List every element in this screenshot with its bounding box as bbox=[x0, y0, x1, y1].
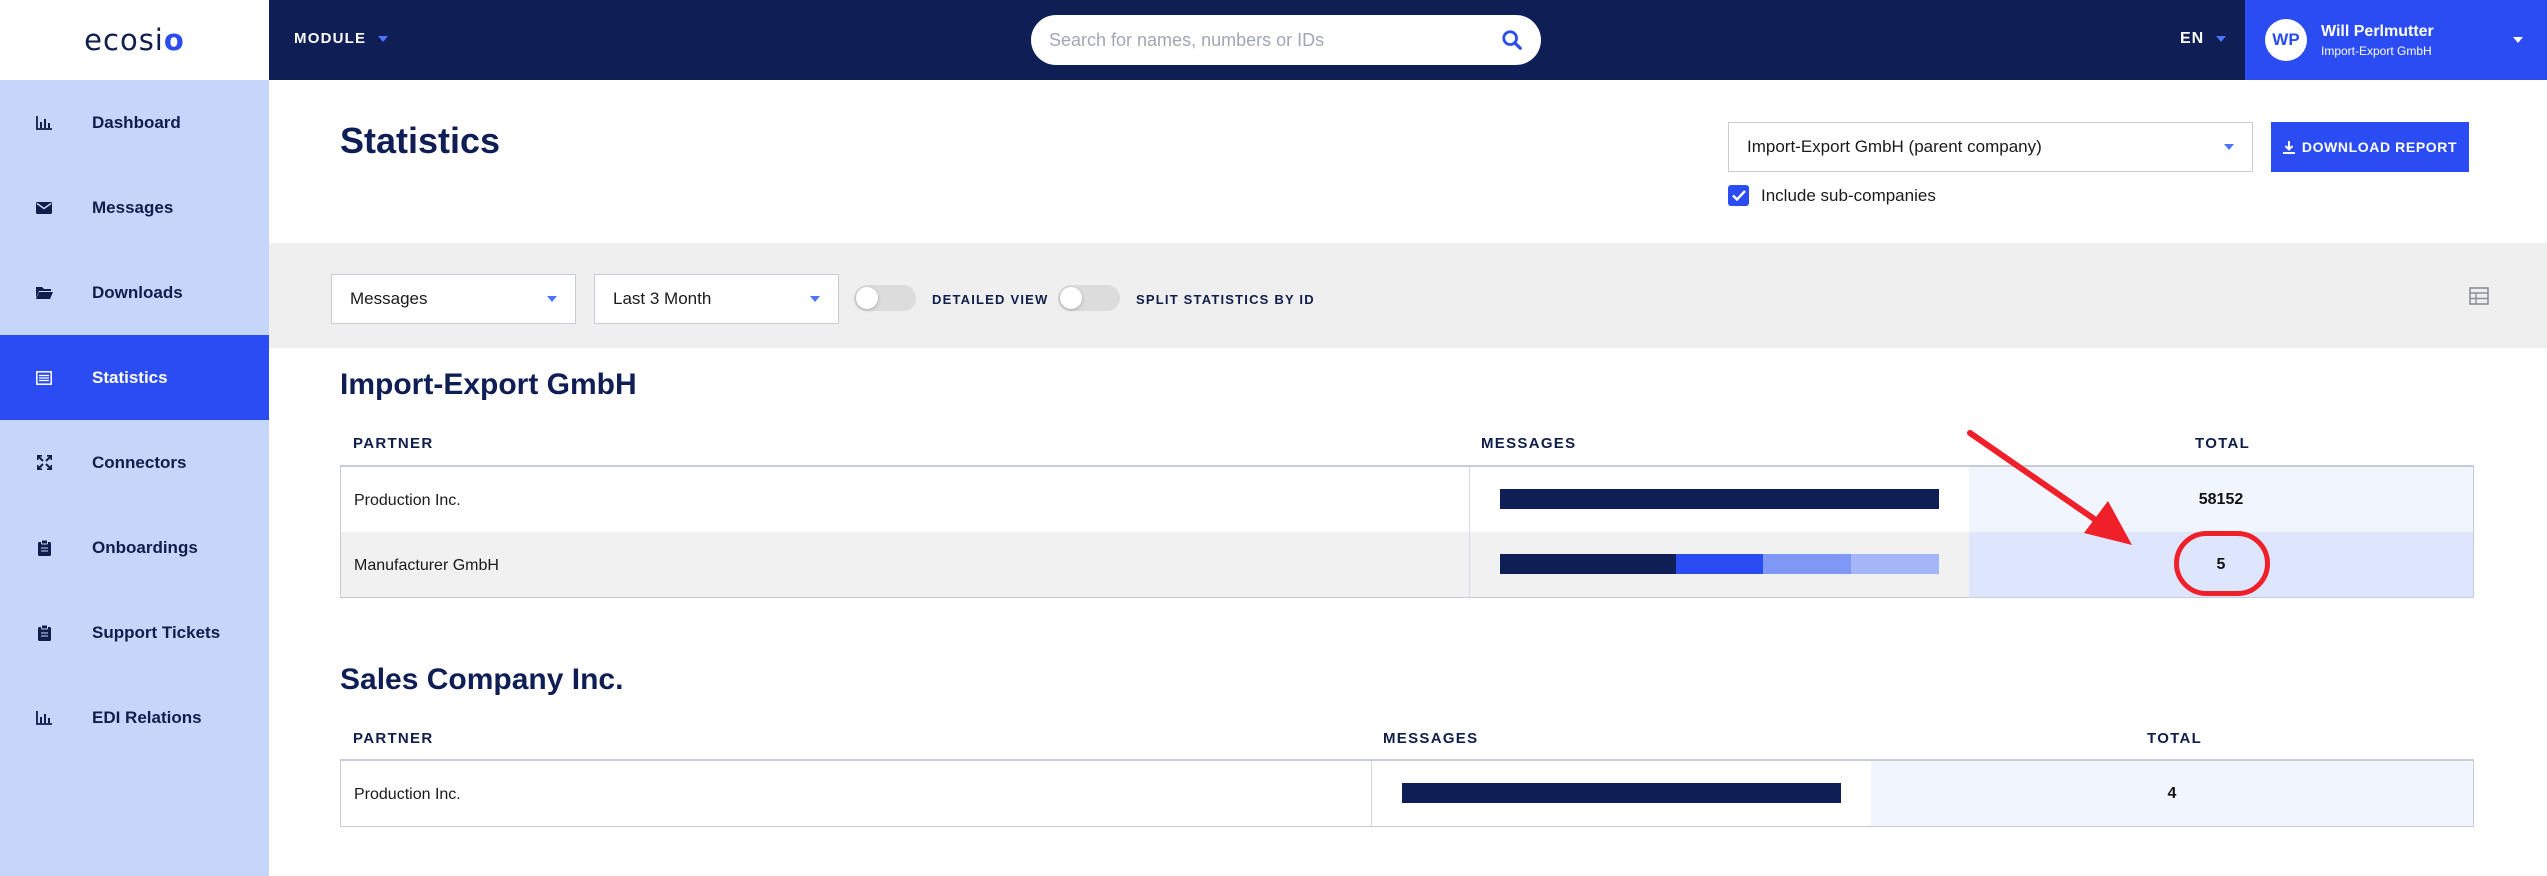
language-selector[interactable]: EN bbox=[2180, 30, 2227, 48]
bar-segment bbox=[1851, 554, 1939, 574]
partner-name: Manufacturer GmbH bbox=[354, 557, 499, 574]
annotation-arrow-icon bbox=[1967, 430, 2132, 545]
partner-name: Production Inc. bbox=[354, 786, 461, 803]
checkmark-icon bbox=[1731, 190, 1746, 201]
company-select-value: Import-Export GmbH (parent company) bbox=[1747, 137, 2042, 156]
table-view-icon[interactable] bbox=[2469, 287, 2489, 305]
download-icon bbox=[2282, 140, 2295, 154]
statistics-table: Production Inc. 58152 Manufacturer GmbH … bbox=[340, 465, 2474, 598]
messages-bar bbox=[1500, 489, 1939, 509]
sidebar-item-connectors[interactable]: Connectors bbox=[0, 420, 269, 505]
download-report-button[interactable]: DOWNLOAD REPORT bbox=[2271, 122, 2469, 172]
logo-text: ecosio bbox=[84, 23, 185, 57]
sidebar-item-label: Onboardings bbox=[92, 537, 198, 557]
chart-icon bbox=[35, 709, 53, 727]
filter-bar: Messages Last 3 Month DETAILED VIEW SPLI… bbox=[269, 243, 2547, 348]
user-info: Will Perlmutter Import-Export GmbH bbox=[2321, 23, 2434, 58]
expand-icon bbox=[35, 454, 53, 472]
split-statistics-toggle[interactable] bbox=[1058, 285, 1120, 311]
user-company: Import-Export GmbH bbox=[2321, 43, 2432, 58]
table-row[interactable]: Production Inc. 4 bbox=[341, 761, 2473, 826]
company-select[interactable]: Import-Export GmbH (parent company) bbox=[1728, 122, 2253, 172]
chevron-down-icon bbox=[2513, 37, 2523, 43]
chevron-down-icon bbox=[378, 35, 389, 42]
chevron-down-icon bbox=[810, 296, 820, 302]
chevron-down-icon bbox=[547, 296, 557, 302]
messages-bar bbox=[1402, 783, 1841, 803]
module-menu-button[interactable]: MODULE bbox=[294, 30, 389, 47]
section-title: Import-Export GmbH bbox=[340, 368, 637, 401]
clipboard-icon bbox=[35, 624, 53, 642]
sidebar-item-label: Messages bbox=[92, 197, 174, 217]
table-row[interactable]: Production Inc. 58152 bbox=[341, 467, 2473, 532]
column-header-total: TOTAL bbox=[2147, 730, 2203, 747]
total-value: 4 bbox=[1871, 761, 2473, 826]
top-bar: MODULE EN bbox=[269, 0, 2245, 80]
bar-segment bbox=[1500, 489, 1939, 509]
include-sub-companies-checkbox[interactable] bbox=[1728, 185, 1749, 206]
clipboard-icon bbox=[35, 539, 53, 557]
download-report-label: DOWNLOAD REPORT bbox=[2301, 139, 2458, 155]
sidebar-item-dashboard[interactable]: Dashboard bbox=[0, 80, 269, 165]
column-header-partner: PARTNER bbox=[353, 435, 434, 452]
sidebar-item-support-tickets[interactable]: Support Tickets bbox=[0, 590, 269, 675]
column-header-messages: MESSAGES bbox=[1481, 435, 1577, 452]
statistics-type-value: Messages bbox=[350, 289, 428, 308]
chart-icon bbox=[35, 114, 53, 132]
column-divider bbox=[1469, 467, 1470, 532]
messages-bar bbox=[1500, 554, 1939, 574]
include-sub-companies-label: Include sub-companies bbox=[1761, 185, 1936, 205]
sidebar-item-onboardings[interactable]: Onboardings bbox=[0, 505, 269, 590]
column-divider bbox=[1469, 532, 1470, 597]
bar-segment bbox=[1402, 783, 1841, 803]
column-header-messages: MESSAGES bbox=[1383, 730, 1479, 747]
sidebar: Dashboard Messages Downloads Statistics … bbox=[0, 80, 269, 876]
detailed-view-label: DETAILED VIEW bbox=[932, 292, 1049, 307]
page-title: Statistics bbox=[340, 120, 501, 161]
statistics-type-select[interactable]: Messages bbox=[331, 274, 576, 324]
partner-name: Production Inc. bbox=[354, 492, 461, 509]
envelope-icon bbox=[35, 199, 53, 217]
chevron-down-icon bbox=[2216, 36, 2227, 42]
bar-segment bbox=[1763, 554, 1852, 574]
folder-icon bbox=[35, 284, 53, 302]
logo[interactable]: ecosio bbox=[0, 0, 269, 80]
bar-segment bbox=[1675, 554, 1764, 574]
sidebar-item-label: Dashboard bbox=[92, 112, 181, 132]
sidebar-item-downloads[interactable]: Downloads bbox=[0, 250, 269, 335]
chevron-down-icon bbox=[2224, 144, 2234, 150]
period-value: Last 3 Month bbox=[613, 289, 712, 308]
list-icon bbox=[35, 369, 53, 387]
column-header-total: TOTAL bbox=[2195, 435, 2251, 452]
avatar: WP bbox=[2265, 19, 2307, 61]
user-menu[interactable]: WP Will Perlmutter Import-Export GmbH bbox=[2245, 0, 2547, 80]
sidebar-item-label: Statistics bbox=[92, 367, 168, 387]
sidebar-item-label: Connectors bbox=[92, 452, 187, 472]
sidebar-item-messages[interactable]: Messages bbox=[0, 165, 269, 250]
search-input[interactable] bbox=[1049, 29, 1501, 51]
language-label: EN bbox=[2180, 30, 2205, 47]
table-row[interactable]: Manufacturer GmbH 5 bbox=[341, 532, 2473, 597]
search-box bbox=[1031, 15, 1541, 65]
sidebar-item-label: Downloads bbox=[92, 282, 183, 302]
search-icon[interactable] bbox=[1501, 29, 1523, 51]
section-title: Sales Company Inc. bbox=[340, 663, 624, 696]
period-select[interactable]: Last 3 Month bbox=[594, 274, 839, 324]
column-header-partner: PARTNER bbox=[353, 730, 434, 747]
annotation-circle bbox=[2174, 531, 2270, 596]
module-label: MODULE bbox=[294, 30, 367, 47]
sidebar-item-label: EDI Relations bbox=[92, 707, 202, 727]
include-sub-companies: Include sub-companies bbox=[1728, 185, 1936, 206]
detailed-view-toggle[interactable] bbox=[854, 285, 916, 311]
sidebar-item-label: Support Tickets bbox=[92, 622, 221, 642]
toggle-knob bbox=[1060, 287, 1082, 309]
user-name: Will Perlmutter bbox=[2321, 22, 2434, 40]
column-divider bbox=[1371, 761, 1372, 826]
statistics-table: Production Inc. 4 bbox=[340, 759, 2474, 827]
bar-segment bbox=[1500, 554, 1676, 574]
sidebar-item-edi-relations[interactable]: EDI Relations bbox=[0, 675, 269, 760]
split-statistics-label: SPLIT STATISTICS BY ID bbox=[1136, 292, 1315, 307]
toggle-knob bbox=[856, 287, 878, 309]
sidebar-item-statistics[interactable]: Statistics bbox=[0, 335, 269, 420]
